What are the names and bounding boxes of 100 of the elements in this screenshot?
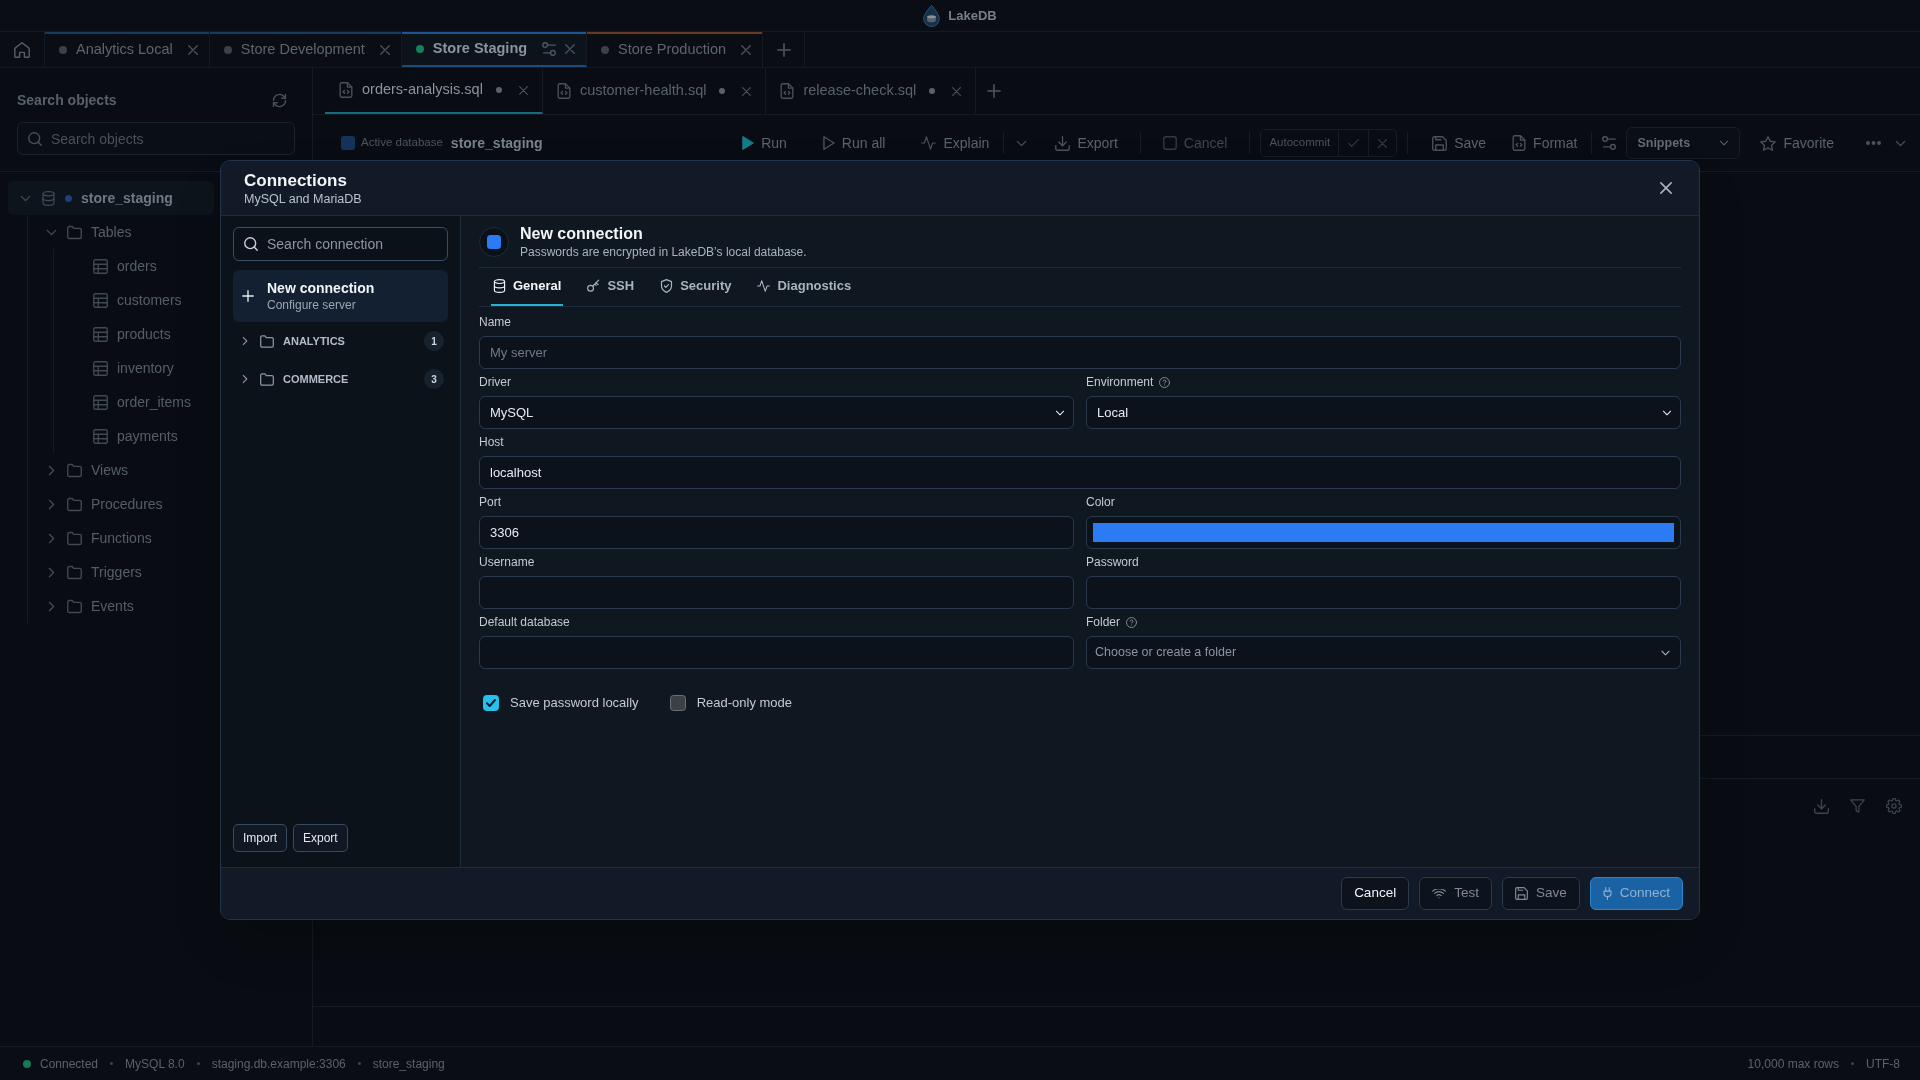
checkbox[interactable] <box>669 694 686 711</box>
editor-tab[interactable]: orders-analysis.sql <box>325 68 543 114</box>
help-icon[interactable] <box>1159 376 1171 388</box>
chevron-down-icon[interactable] <box>45 228 57 236</box>
save-button[interactable]: Save <box>1424 128 1495 158</box>
tree-item[interactable]: store_staging <box>8 181 214 215</box>
dropdown[interactable]: MySQL <box>479 396 1074 429</box>
search-icon <box>244 237 258 251</box>
new-connection-item[interactable]: New connection Configure server <box>233 270 448 322</box>
text-field[interactable]: localhost <box>479 456 1681 489</box>
checkbox-label[interactable]: Read-only mode <box>696 693 792 713</box>
close-icon[interactable] <box>1660 182 1672 194</box>
sliders-icon[interactable] <box>1602 136 1617 150</box>
field-label: Host <box>479 434 504 451</box>
run-button[interactable]: Run <box>734 128 795 158</box>
tree-item[interactable]: orders <box>8 249 214 283</box>
chevron-down-icon[interactable] <box>1895 139 1906 147</box>
tree-item[interactable]: order_items <box>8 385 214 419</box>
form-tab[interactable]: General <box>491 268 564 306</box>
chevron-right-icon[interactable] <box>47 532 55 544</box>
form-tab[interactable]: Diagnostics <box>755 268 854 306</box>
text-field[interactable]: My server <box>479 336 1681 369</box>
folder-icon <box>260 334 274 348</box>
chevron-right-icon[interactable] <box>47 600 55 612</box>
status-text: 10,000 max rows <box>1747 1055 1839 1073</box>
tree-item[interactable]: payments <box>8 419 214 453</box>
field-label: Name <box>479 314 511 331</box>
activity-icon <box>921 136 937 150</box>
form-title: New connection <box>520 223 644 244</box>
tree-item[interactable]: customers <box>8 283 214 317</box>
settings-icon[interactable] <box>1886 798 1902 814</box>
connection-tab[interactable]: Store Production <box>587 32 764 67</box>
combobox[interactable]: Choose or create a folder <box>1086 636 1681 669</box>
text-field[interactable] <box>479 636 1074 669</box>
chevron-right-icon[interactable] <box>47 566 55 578</box>
sliders-icon[interactable] <box>542 41 557 56</box>
status-text: UTF-8 <box>1866 1055 1900 1073</box>
export-button[interactable]: Export <box>293 824 348 852</box>
tree-item[interactable]: Events <box>8 589 214 623</box>
tree-item[interactable]: Procedures <box>8 487 214 521</box>
password-field[interactable] <box>1086 576 1681 609</box>
tree-item[interactable]: Tables <box>8 215 214 249</box>
tree-item[interactable]: Views <box>8 453 214 487</box>
folder-icon <box>67 530 82 546</box>
text-field[interactable] <box>479 576 1074 609</box>
favorite-button[interactable]: Favorite <box>1752 128 1842 158</box>
sidebar-title: Search objects <box>17 90 117 110</box>
explain-button[interactable]: Explain <box>913 128 998 158</box>
tree-item[interactable]: products <box>8 317 214 351</box>
plus-icon[interactable] <box>987 84 1002 98</box>
download-icon[interactable] <box>1814 798 1829 814</box>
stop-icon <box>1162 136 1177 150</box>
file-code-icon <box>780 83 795 99</box>
editor-tab[interactable]: customer-health.sql <box>542 68 767 114</box>
format-button[interactable]: Format <box>1504 128 1586 158</box>
more-icon[interactable] <box>1866 141 1881 145</box>
export-button[interactable]: Export <box>1047 128 1126 158</box>
filter-icon[interactable] <box>1850 799 1865 813</box>
tree-item[interactable]: Functions <box>8 521 214 555</box>
form-tab[interactable]: SSH <box>585 268 637 306</box>
tree-item[interactable]: Triggers <box>8 555 214 589</box>
chevron-right-icon[interactable] <box>47 464 55 476</box>
form-tab[interactable]: Security <box>658 268 734 306</box>
dropdown[interactable]: Snippets <box>1626 127 1741 159</box>
star-icon <box>1760 135 1777 151</box>
dropdown[interactable]: Local <box>1086 396 1681 429</box>
checkbox[interactable] <box>483 694 499 711</box>
field-label: Driver <box>479 374 511 391</box>
search-field[interactable]: Search objects <box>17 122 295 155</box>
count-badge: 1 <box>424 331 444 351</box>
refresh-icon[interactable] <box>272 92 287 108</box>
chevron-down-icon[interactable] <box>19 194 31 202</box>
text-field[interactable]: 3306 <box>479 516 1074 549</box>
connection-tab[interactable]: Analytics Local <box>45 32 210 67</box>
key-icon <box>587 279 601 293</box>
file-code-icon <box>556 83 571 99</box>
folder-item[interactable]: COMMERCE 3 <box>233 360 448 398</box>
status-text: MySQL 8.0 <box>125 1055 185 1073</box>
cancel-button[interactable]: Cancel <box>1341 877 1410 910</box>
tree-item[interactable]: inventory <box>8 351 214 385</box>
folder-item[interactable]: ANALYTICS 1 <box>233 322 448 360</box>
chevron-down-icon[interactable] <box>1016 139 1028 147</box>
checkbox-label[interactable]: Save password locally <box>510 693 639 713</box>
search-field[interactable]: Search connection <box>233 227 448 261</box>
color-field[interactable] <box>1086 516 1681 549</box>
connection-tab[interactable]: Store Staging <box>401 32 588 67</box>
table-icon <box>93 326 108 342</box>
connection-tab[interactable]: Store Development <box>209 32 402 67</box>
run-all-button[interactable]: Run all <box>814 128 894 158</box>
folder-icon <box>67 598 82 614</box>
plus-icon[interactable] <box>776 42 791 57</box>
activity-icon <box>757 279 771 293</box>
plus-icon <box>242 290 254 302</box>
home-icon[interactable] <box>14 41 30 58</box>
check-icon[interactable] <box>1348 139 1360 147</box>
help-icon[interactable] <box>1126 616 1137 628</box>
chevron-right-icon[interactable] <box>47 498 55 510</box>
save-icon <box>1432 135 1448 151</box>
editor-tab[interactable]: release-check.sql <box>766 68 977 114</box>
import-button[interactable]: Import <box>233 824 287 852</box>
